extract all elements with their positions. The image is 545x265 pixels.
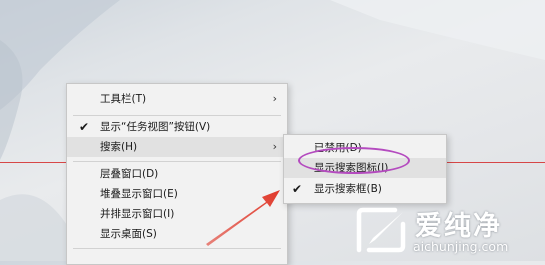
- aichunjing-logo-icon: [356, 207, 406, 253]
- watermark-title: 爱纯净: [415, 211, 502, 242]
- aichunjing-watermark: 爱纯净 aichunjing.com: [355, 202, 545, 261]
- watermark-url: aichunjing.com: [413, 239, 509, 254]
